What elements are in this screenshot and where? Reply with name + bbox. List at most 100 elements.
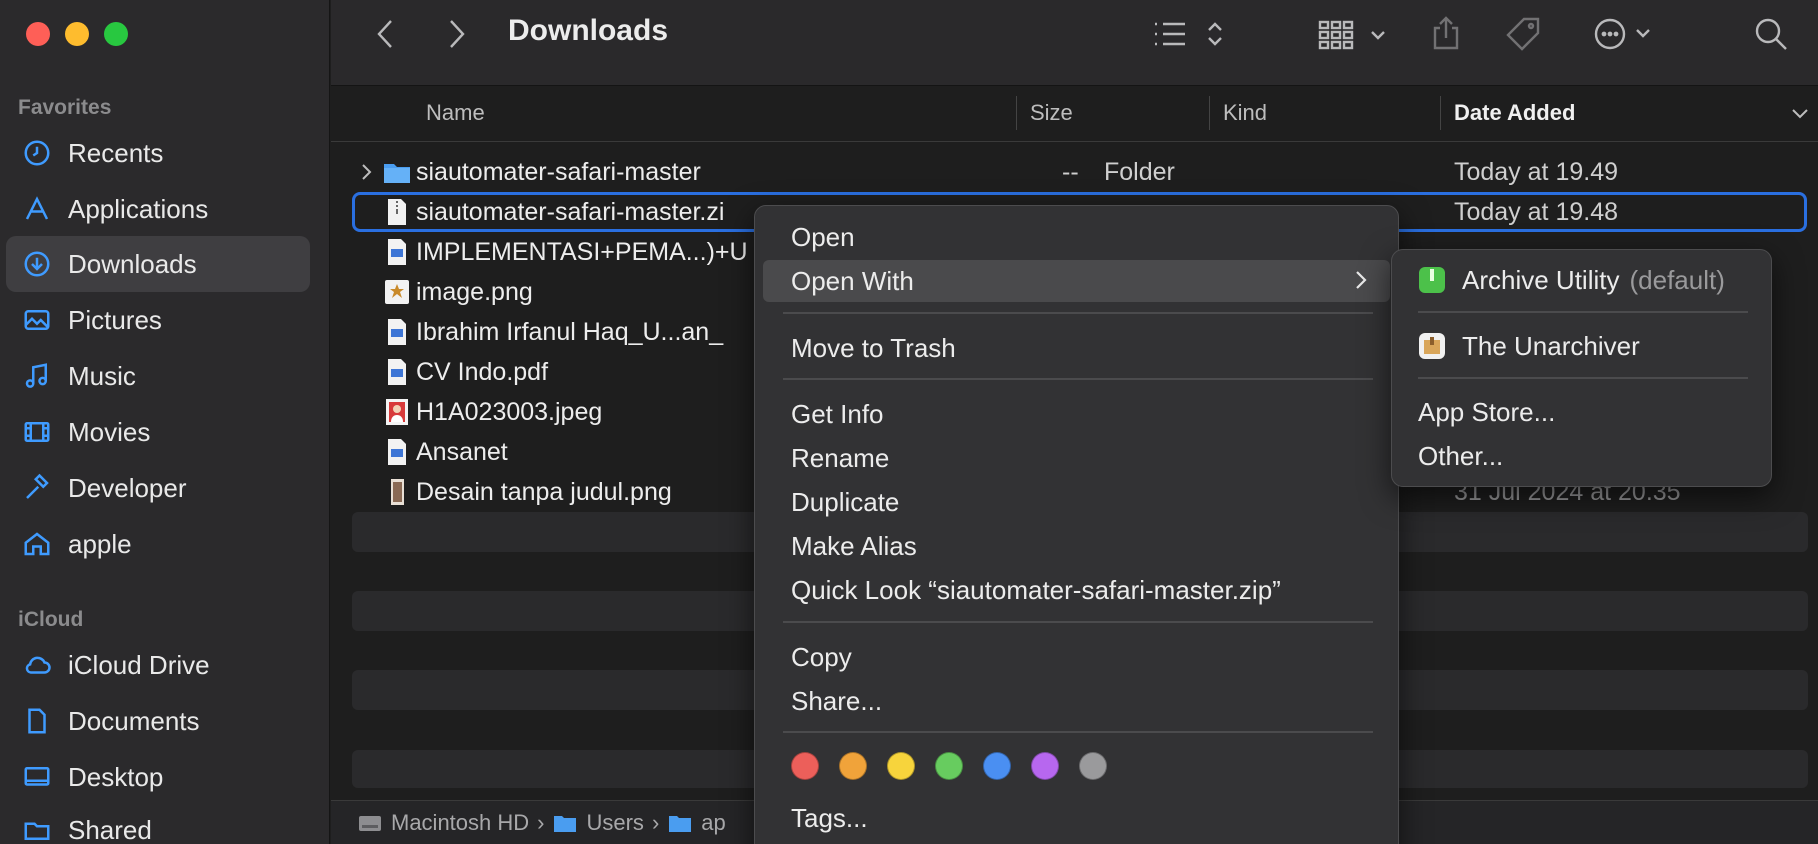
sidebar-item-icloud-drive[interactable]: iCloud Drive: [6, 637, 310, 693]
more-actions-button[interactable]: [1593, 14, 1663, 54]
search-button[interactable]: [1751, 14, 1791, 54]
menu-item-make-alias[interactable]: Make Alias: [763, 525, 1390, 567]
column-date-added[interactable]: Date Added: [1454, 100, 1575, 126]
view-list-button[interactable]: [1151, 14, 1231, 54]
tag-blue-dot[interactable]: [983, 752, 1011, 780]
icloud-heading: iCloud: [18, 608, 84, 631]
sort-chevron-icon[interactable]: [1791, 108, 1809, 120]
pdf-icon: [388, 439, 406, 465]
film-icon: [22, 417, 52, 447]
archive-utility-icon: [1419, 267, 1445, 293]
photo-icon: [22, 305, 52, 335]
file-name: CV Indo.pdf: [416, 357, 549, 386]
sidebar-item-movies[interactable]: Movies: [6, 404, 310, 460]
path-separator-icon: ›: [537, 809, 545, 835]
sidebar-item-shared[interactable]: Shared: [6, 802, 310, 844]
tag-purple-dot[interactable]: [1031, 752, 1059, 780]
menu-item-open-with[interactable]: Open With: [763, 260, 1390, 302]
column-size[interactable]: Size: [1030, 100, 1073, 126]
image-icon: [385, 280, 409, 304]
menu-item-duplicate[interactable]: Duplicate: [763, 481, 1390, 523]
sidebar-item-label: Developer: [68, 472, 187, 503]
shared-folder-icon: [22, 815, 52, 844]
path-item-macintosh-hd[interactable]: Macintosh HD: [391, 810, 529, 836]
image-thumb-icon: [391, 479, 404, 505]
zip-icon: [388, 199, 406, 225]
back-button[interactable]: [371, 14, 401, 54]
tag-green-dot[interactable]: [935, 752, 963, 780]
sidebar-item-apple[interactable]: apple: [6, 516, 310, 572]
sidebar-item-downloads[interactable]: Downloads: [6, 236, 310, 292]
close-window-button[interactable]: [26, 22, 50, 46]
path-separator-icon: ›: [651, 809, 660, 835]
sidebar-item-label: Movies: [68, 416, 151, 447]
folder-icon: [384, 164, 410, 183]
sidebar-item-developer[interactable]: Developer: [6, 460, 310, 516]
sidebar-item-documents[interactable]: Documents: [6, 693, 310, 749]
submenu-item-app-store[interactable]: App Store...: [1418, 392, 1555, 432]
file-name: IMPLEMENTASI+PEMA...)+U: [416, 237, 748, 266]
toolbar: Downloads: [331, 0, 1818, 86]
menu-item-open[interactable]: Open: [763, 216, 1390, 258]
file-kind: Folder: [1104, 157, 1175, 186]
submenu-item-label: Archive Utility: [1462, 264, 1620, 295]
file-name: siautomater-safari-master: [416, 157, 701, 186]
menu-separator: [783, 621, 1373, 623]
sidebar-item-pictures[interactable]: Pictures: [6, 292, 310, 348]
default-label: (default): [1629, 264, 1725, 295]
home-icon: [22, 529, 52, 559]
context-menu: Open Open With Move to Trash Get Info Re…: [754, 205, 1399, 844]
submenu-item-the-unarchiver[interactable]: The Unarchiver: [1418, 326, 1640, 366]
music-note-icon: [22, 361, 52, 391]
group-button[interactable]: [1316, 14, 1396, 54]
disclosure-chevron-icon[interactable]: [360, 162, 374, 182]
sidebar-item-desktop[interactable]: Desktop: [6, 749, 310, 805]
menu-item-get-info[interactable]: Get Info: [763, 393, 1390, 435]
sidebar-item-label: Applications: [68, 193, 209, 224]
download-icon: [22, 249, 52, 279]
tag-gray-dot[interactable]: [1079, 752, 1107, 780]
file-size: --: [1062, 157, 1079, 186]
sidebar-item-recents[interactable]: Recents: [6, 125, 310, 181]
pdf-icon: [388, 359, 406, 385]
column-kind[interactable]: Kind: [1223, 100, 1267, 126]
submenu-item-other[interactable]: Other...: [1418, 436, 1503, 476]
zoom-window-button[interactable]: [104, 22, 128, 46]
menu-item-move-to-trash[interactable]: Move to Trash: [763, 327, 1390, 369]
menu-item-tags[interactable]: Tags...: [763, 797, 1390, 839]
unarchiver-icon: [1419, 333, 1445, 359]
file-date: Today at 19.48: [1454, 197, 1619, 226]
minimize-window-button[interactable]: [65, 22, 89, 46]
tag-orange-dot[interactable]: [839, 752, 867, 780]
share-button[interactable]: [1429, 14, 1463, 54]
cloud-icon: [22, 650, 52, 680]
file-name: siautomater-safari-master.zi: [416, 197, 725, 226]
file-name: H1A023003.jpeg: [416, 397, 603, 426]
menu-separator: [783, 378, 1373, 380]
menu-item-quick-look[interactable]: Quick Look “siautomater-safari-master.zi…: [763, 569, 1390, 611]
menu-item-copy[interactable]: Copy: [763, 636, 1390, 678]
column-header: Name Size Kind Date Added: [331, 86, 1818, 142]
menu-item-rename[interactable]: Rename: [763, 437, 1390, 479]
forward-button[interactable]: [441, 14, 471, 54]
tag-button[interactable]: [1503, 14, 1543, 54]
path-item-users[interactable]: Users: [586, 810, 643, 836]
tag-color-picker: [791, 752, 1107, 780]
tag-red-dot[interactable]: [791, 752, 819, 780]
sidebar-item-label: apple: [68, 528, 132, 559]
submenu-item-label: The Unarchiver: [1462, 330, 1640, 361]
sidebar-item-label: Shared: [68, 814, 152, 844]
menu-item-share[interactable]: Share...: [763, 680, 1390, 722]
menu-separator: [783, 731, 1373, 733]
submenu-chevron-icon: [1356, 271, 1367, 289]
search-icon: [1755, 18, 1787, 50]
file-row[interactable]: siautomater-safari-master -- Folder Toda…: [352, 152, 1807, 192]
favorites-heading: Favorites: [18, 96, 112, 119]
sidebar-item-applications[interactable]: Applications: [6, 181, 310, 237]
path-item-home[interactable]: ap: [701, 810, 725, 836]
tag-yellow-dot[interactable]: [887, 752, 915, 780]
sidebar-item-music[interactable]: Music: [6, 348, 310, 404]
window-controls: [26, 22, 128, 46]
column-name[interactable]: Name: [426, 100, 485, 126]
submenu-item-archive-utility[interactable]: Archive Utility (default): [1418, 260, 1725, 300]
